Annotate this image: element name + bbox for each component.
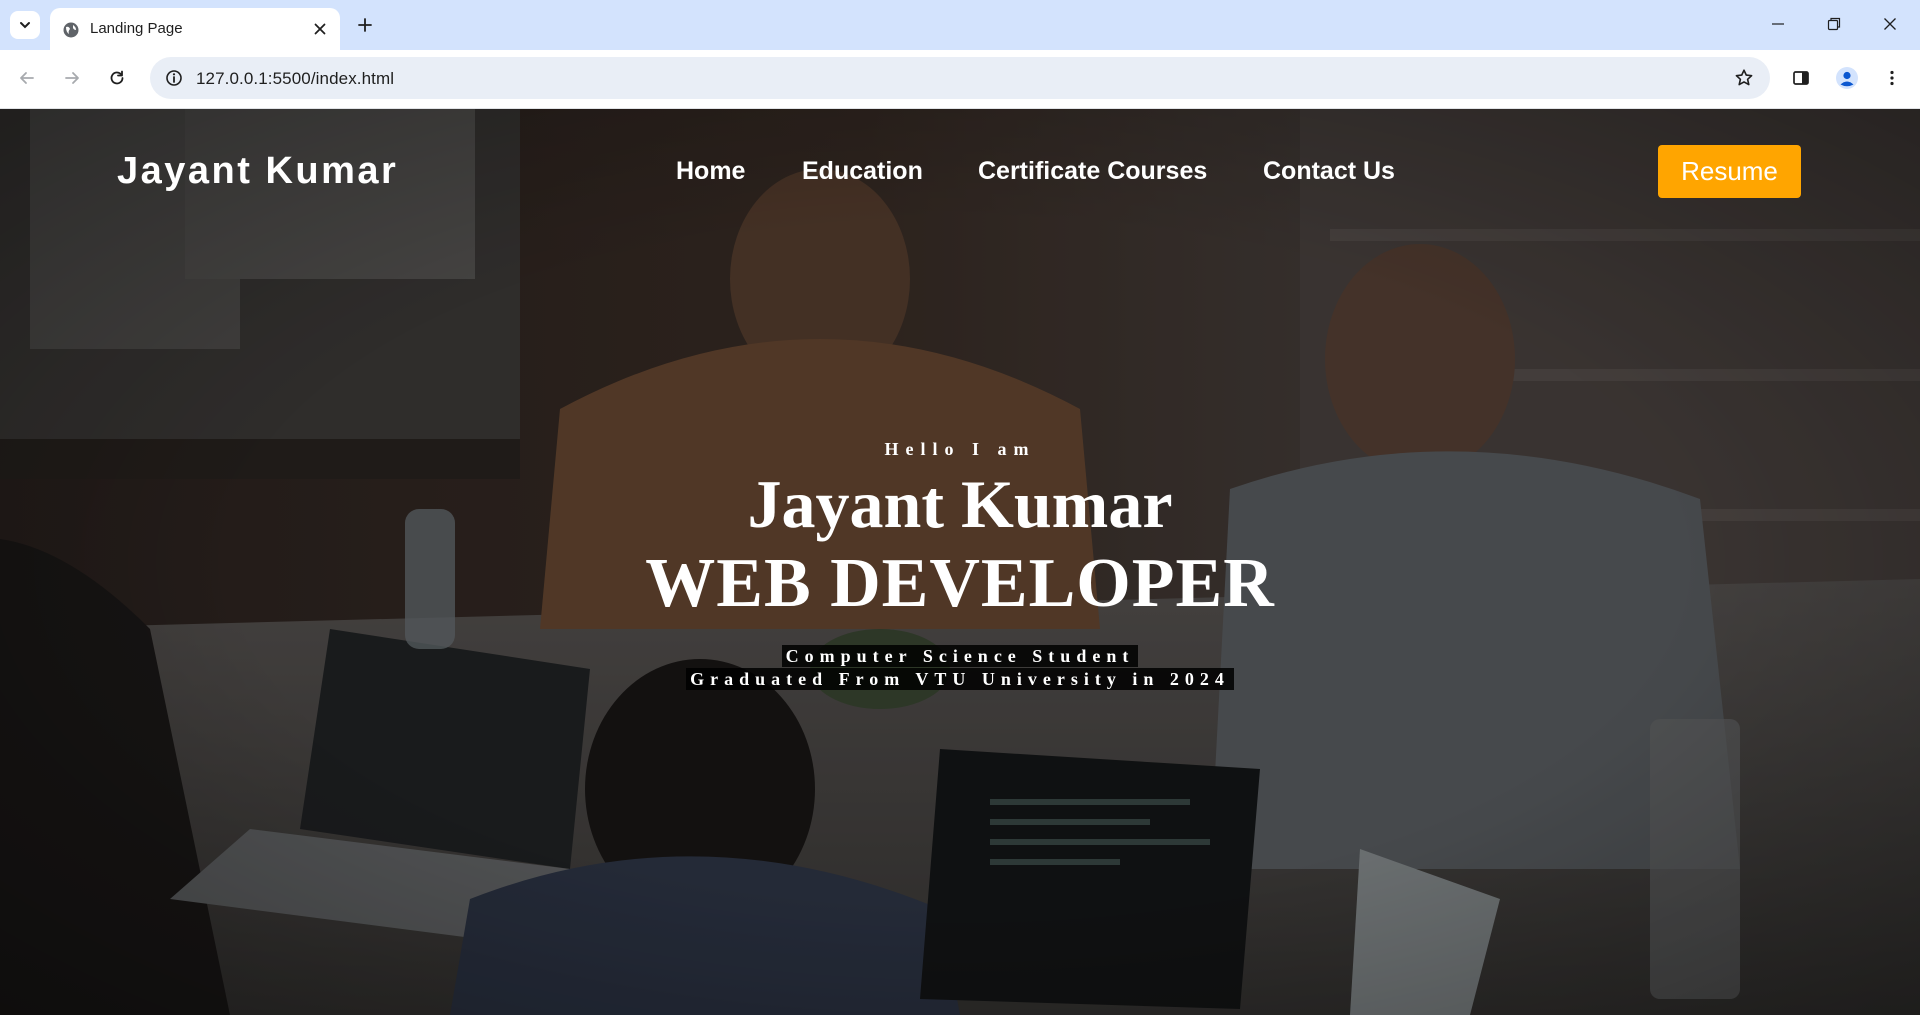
profile-icon (1836, 67, 1858, 89)
chevron-down-icon (20, 22, 30, 29)
tab-search-button[interactable] (10, 11, 40, 39)
browser-tabstrip: Landing Page (0, 0, 1920, 50)
nav-link-home[interactable]: Home (676, 157, 745, 186)
site-logo[interactable]: Jayant Kumar (117, 150, 398, 193)
hero-subtitle-1-text: Computer Science Student (781, 645, 1139, 667)
nav-link-education[interactable]: Education (802, 157, 923, 186)
kebab-menu-icon (1890, 70, 1894, 86)
side-panel-icon (1793, 71, 1809, 85)
site-info-button[interactable] (158, 62, 190, 94)
plus-icon (358, 18, 372, 32)
profile-button[interactable] (1829, 60, 1865, 96)
nav-link-contact-us[interactable]: Contact Us (1263, 157, 1395, 186)
close-icon (314, 23, 326, 35)
hero-role: WEB DEVELOPER (645, 545, 1275, 622)
reload-icon (110, 70, 124, 85)
page-viewport: Jayant Kumar Home Education Certificate … (0, 109, 1920, 1015)
minimize-button[interactable] (1750, 0, 1806, 48)
browser-tab-active[interactable]: Landing Page (50, 8, 340, 50)
nav-link-certificate-courses[interactable]: Certificate Courses (978, 157, 1207, 186)
arrow-right-icon (65, 72, 79, 84)
address-bar[interactable]: 127.0.0.1:5500/index.html (150, 57, 1770, 99)
side-panel-button[interactable] (1783, 60, 1819, 96)
forward-button[interactable] (54, 60, 90, 96)
hero-name: Jayant Kumar (747, 466, 1173, 542)
hero-subtitle-2-text: Graduated From VTU University in 2024 (686, 668, 1234, 690)
browser-menu-button[interactable] (1874, 60, 1910, 96)
globe-icon (63, 22, 79, 38)
star-icon (1735, 69, 1753, 86)
close-icon (1884, 18, 1896, 30)
bookmark-button[interactable] (1728, 62, 1760, 94)
new-tab-button[interactable] (350, 11, 380, 39)
arrow-left-icon (20, 72, 34, 84)
minimize-icon (1772, 23, 1784, 25)
hero-greeting: Hello I am (884, 439, 1036, 459)
restore-icon (1827, 17, 1841, 31)
tab-close-button[interactable] (308, 17, 332, 41)
info-icon (166, 70, 182, 86)
restore-button[interactable] (1806, 0, 1862, 48)
hero-subtitle-line-2: Graduated From VTU University in 2024 (0, 668, 1920, 690)
window-close-button[interactable] (1862, 0, 1918, 48)
hero-subtitle-line-1: Computer Science Student (0, 645, 1920, 667)
back-button[interactable] (9, 60, 45, 96)
tab-title: Landing Page (90, 20, 183, 37)
url-text[interactable]: 127.0.0.1:5500/index.html (196, 69, 394, 89)
browser-toolbar: 127.0.0.1:5500/index.html (0, 50, 1920, 109)
resume-button[interactable]: Resume (1658, 145, 1801, 198)
reload-button[interactable] (99, 60, 135, 96)
